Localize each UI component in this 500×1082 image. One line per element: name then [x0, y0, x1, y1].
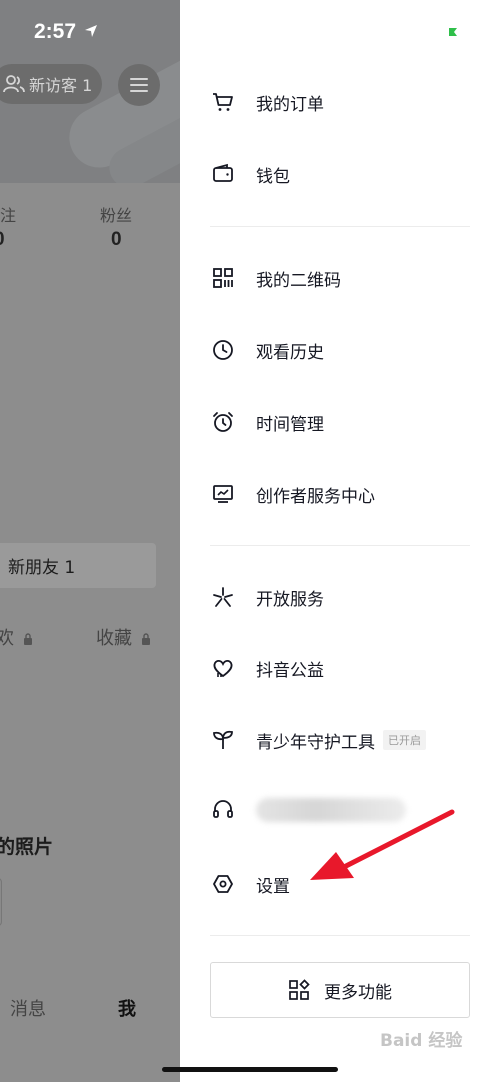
fans-label: 粉丝	[100, 206, 133, 225]
menu-item-label: 创作者服务中心	[256, 486, 375, 507]
sparkle-icon	[210, 584, 236, 610]
menu-item-charity[interactable]: 抖音公益	[210, 648, 470, 688]
status-badge: 已开启	[383, 730, 426, 750]
grid-apps-icon	[289, 979, 310, 1000]
divider	[210, 935, 470, 936]
more-features-button[interactable]: 更多功能	[210, 962, 470, 1018]
side-drawer: 我的订单 钱包 我的二维码 观看历史 时间管理 创作者服务中心 开放服务 抖音公…	[180, 0, 500, 1082]
following-count: 0	[0, 229, 5, 251]
nav-messages[interactable]: 消息	[10, 995, 46, 1021]
people-icon	[3, 75, 25, 93]
menu-item-label: 开放服务	[256, 589, 324, 610]
menu-item-history[interactable]: 观看历史	[210, 330, 470, 370]
menu-item-qrcode[interactable]: 我的二维码	[210, 258, 470, 298]
more-features-label: 更多功能	[324, 982, 392, 1003]
heart-hands-icon	[210, 655, 236, 681]
lock-icon	[141, 633, 150, 645]
menu-item-label: 我的二维码	[256, 270, 341, 291]
monitor-chart-icon	[210, 481, 236, 507]
divider	[210, 226, 470, 227]
red-arrow-annotation	[310, 809, 455, 880]
watermark: Baid 经验	[380, 1031, 463, 1051]
location-arrow-icon	[85, 25, 97, 37]
status-time: 2:57	[34, 20, 77, 43]
menu-item-time-management[interactable]: 时间管理	[210, 402, 470, 442]
visitor-label: 新访客 1	[29, 76, 93, 95]
menu-item-youth-protection[interactable]: 青少年守护工具 已开启	[210, 720, 470, 760]
hexagon-settings-icon	[210, 871, 236, 897]
hamburger-menu-button[interactable]	[118, 64, 160, 106]
menu-item-label: 时间管理	[256, 414, 324, 435]
menu-item-open-services[interactable]: 开放服务	[210, 577, 470, 617]
new-friend-label: 新朋友 1	[8, 558, 76, 578]
menu-item-label: 观看历史	[256, 342, 324, 363]
menu-item-label: 钱包	[256, 166, 290, 187]
menu-item-label: 青少年守护工具	[256, 732, 375, 753]
fans-count: 0	[111, 229, 122, 250]
wallet-icon	[210, 161, 236, 187]
menu-item-label: 设置	[256, 876, 290, 897]
qrcode-icon	[210, 265, 236, 291]
sprout-icon	[210, 727, 236, 753]
battery-indicator-icon	[449, 28, 457, 36]
alarm-icon	[210, 409, 236, 435]
home-indicator	[162, 1067, 338, 1072]
photo-thumbnail[interactable]	[0, 878, 2, 926]
tab-favorites-label: 收藏	[96, 628, 132, 649]
menu-item-creator-center[interactable]: 创作者服务中心	[210, 474, 470, 514]
cart-icon	[210, 89, 236, 115]
headset-icon	[210, 797, 236, 823]
photo-section-title: 的照片	[0, 836, 54, 858]
menu-item-label: 抖音公益	[256, 660, 324, 681]
new-friend-button[interactable]: 新朋友 1	[0, 543, 156, 588]
tab-favorites[interactable]: 收藏	[96, 624, 151, 650]
menu-item-orders[interactable]: 我的订单	[210, 82, 470, 122]
nav-me[interactable]: 我	[118, 995, 136, 1021]
clock-icon	[210, 337, 236, 363]
tab-likes[interactable]: 欢	[0, 624, 33, 650]
tab-likes-label: 欢	[0, 628, 14, 649]
menu-item-label: 我的订单	[256, 94, 324, 115]
new-visitor-button[interactable]: 新访客 1	[0, 64, 102, 104]
following-label: 注	[0, 206, 17, 225]
menu-item-wallet[interactable]: 钱包	[210, 154, 470, 194]
lock-icon	[23, 633, 32, 645]
profile-page-dimmed[interactable]: 2:57 新访客 1 注 0 粉丝 0 新朋友 1 欢 收藏 的照片 消息 我	[0, 0, 180, 1082]
divider	[210, 545, 470, 546]
